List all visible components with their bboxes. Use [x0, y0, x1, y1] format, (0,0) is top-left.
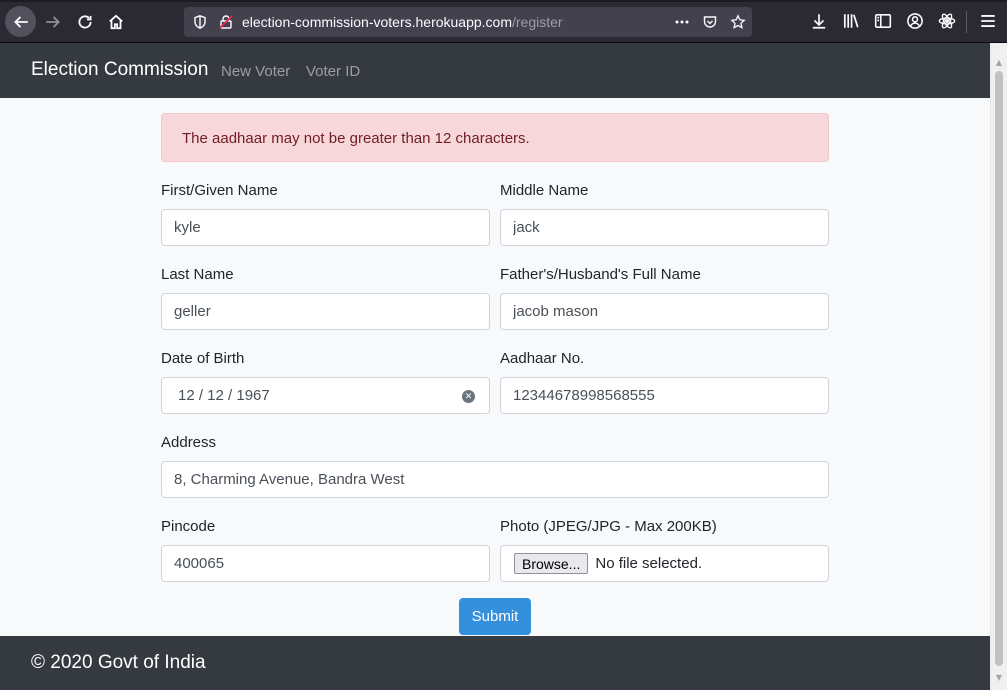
guardian-name-input[interactable]	[500, 293, 829, 330]
nav-link-voter-id[interactable]: Voter ID	[306, 63, 360, 80]
browse-button[interactable]: Browse...	[514, 553, 589, 574]
last-name-label: Last Name	[161, 266, 234, 283]
toolbar-separator	[966, 11, 967, 33]
nav-link-new-voter[interactable]: New Voter	[221, 63, 290, 80]
submit-button[interactable]: Submit	[459, 598, 531, 635]
address-label: Address	[161, 434, 217, 451]
error-alert: The aadhaar may not be greater than 12 c…	[161, 113, 829, 162]
first-name-input[interactable]	[161, 209, 490, 246]
bookmark-star-icon[interactable]	[730, 14, 746, 30]
pocket-icon[interactable]	[702, 14, 718, 30]
middle-name-label: Middle Name	[500, 182, 589, 199]
dob-value: 12 / 12 / 1967	[178, 387, 270, 404]
url-bar[interactable]: election-commission-voters.herokuapp.com…	[184, 7, 752, 37]
middle-name-input[interactable]	[500, 209, 829, 246]
dob-date-input[interactable]: 12 / 12 / 1967 ✕	[161, 377, 490, 414]
guardian-name-label: Father's/Husband's Full Name	[500, 266, 701, 283]
dob-label: Date of Birth	[161, 350, 245, 367]
insecure-lock-icon[interactable]	[218, 14, 234, 30]
photo-label: Photo (JPEG/JPG - Max 200KB)	[500, 518, 717, 535]
clear-date-icon[interactable]: ✕	[462, 390, 475, 403]
scroll-down-arrow-icon[interactable]: ▼	[995, 674, 1003, 682]
file-status-text: No file selected.	[595, 555, 703, 572]
downloads-icon[interactable]	[810, 12, 828, 30]
site-navbar: Election Commission New Voter Voter ID	[0, 43, 990, 98]
aadhaar-input[interactable]	[500, 377, 829, 414]
back-icon[interactable]	[5, 6, 36, 37]
first-name-label: First/Given Name	[161, 182, 278, 199]
react-devtools-icon[interactable]	[938, 12, 956, 30]
scrollbar-thumb[interactable]	[995, 71, 1003, 666]
tracking-protection-shield-icon[interactable]	[192, 14, 208, 30]
library-icon[interactable]	[842, 12, 860, 30]
reload-icon[interactable]	[70, 7, 100, 37]
site-footer: © 2020 Govt of India	[0, 636, 990, 690]
hamburger-menu-icon[interactable]	[979, 12, 997, 30]
footer-copyright: © 2020 Govt of India	[31, 652, 206, 673]
pincode-label: Pincode	[161, 518, 216, 535]
address-input[interactable]	[161, 461, 829, 498]
url-text[interactable]: election-commission-voters.herokuapp.com…	[242, 14, 563, 30]
home-icon[interactable]	[101, 7, 131, 37]
navbar-brand[interactable]: Election Commission	[31, 59, 208, 81]
page-actions-icon[interactable]	[674, 14, 690, 30]
photo-file-input[interactable]: Browse... No file selected.	[500, 545, 829, 582]
forward-icon[interactable]	[38, 7, 68, 37]
page-scrollbar[interactable]: ▲ ▼	[990, 43, 1007, 690]
sidebar-icon[interactable]	[874, 12, 892, 30]
account-icon[interactable]	[906, 12, 924, 30]
last-name-input[interactable]	[161, 293, 490, 330]
scroll-up-arrow-icon[interactable]: ▲	[995, 59, 1003, 67]
aadhaar-label: Aadhaar No.	[500, 350, 585, 367]
browser-toolbar: election-commission-voters.herokuapp.com…	[0, 0, 1007, 43]
tab-strip	[0, 0, 1007, 2]
pincode-input[interactable]	[161, 545, 490, 582]
